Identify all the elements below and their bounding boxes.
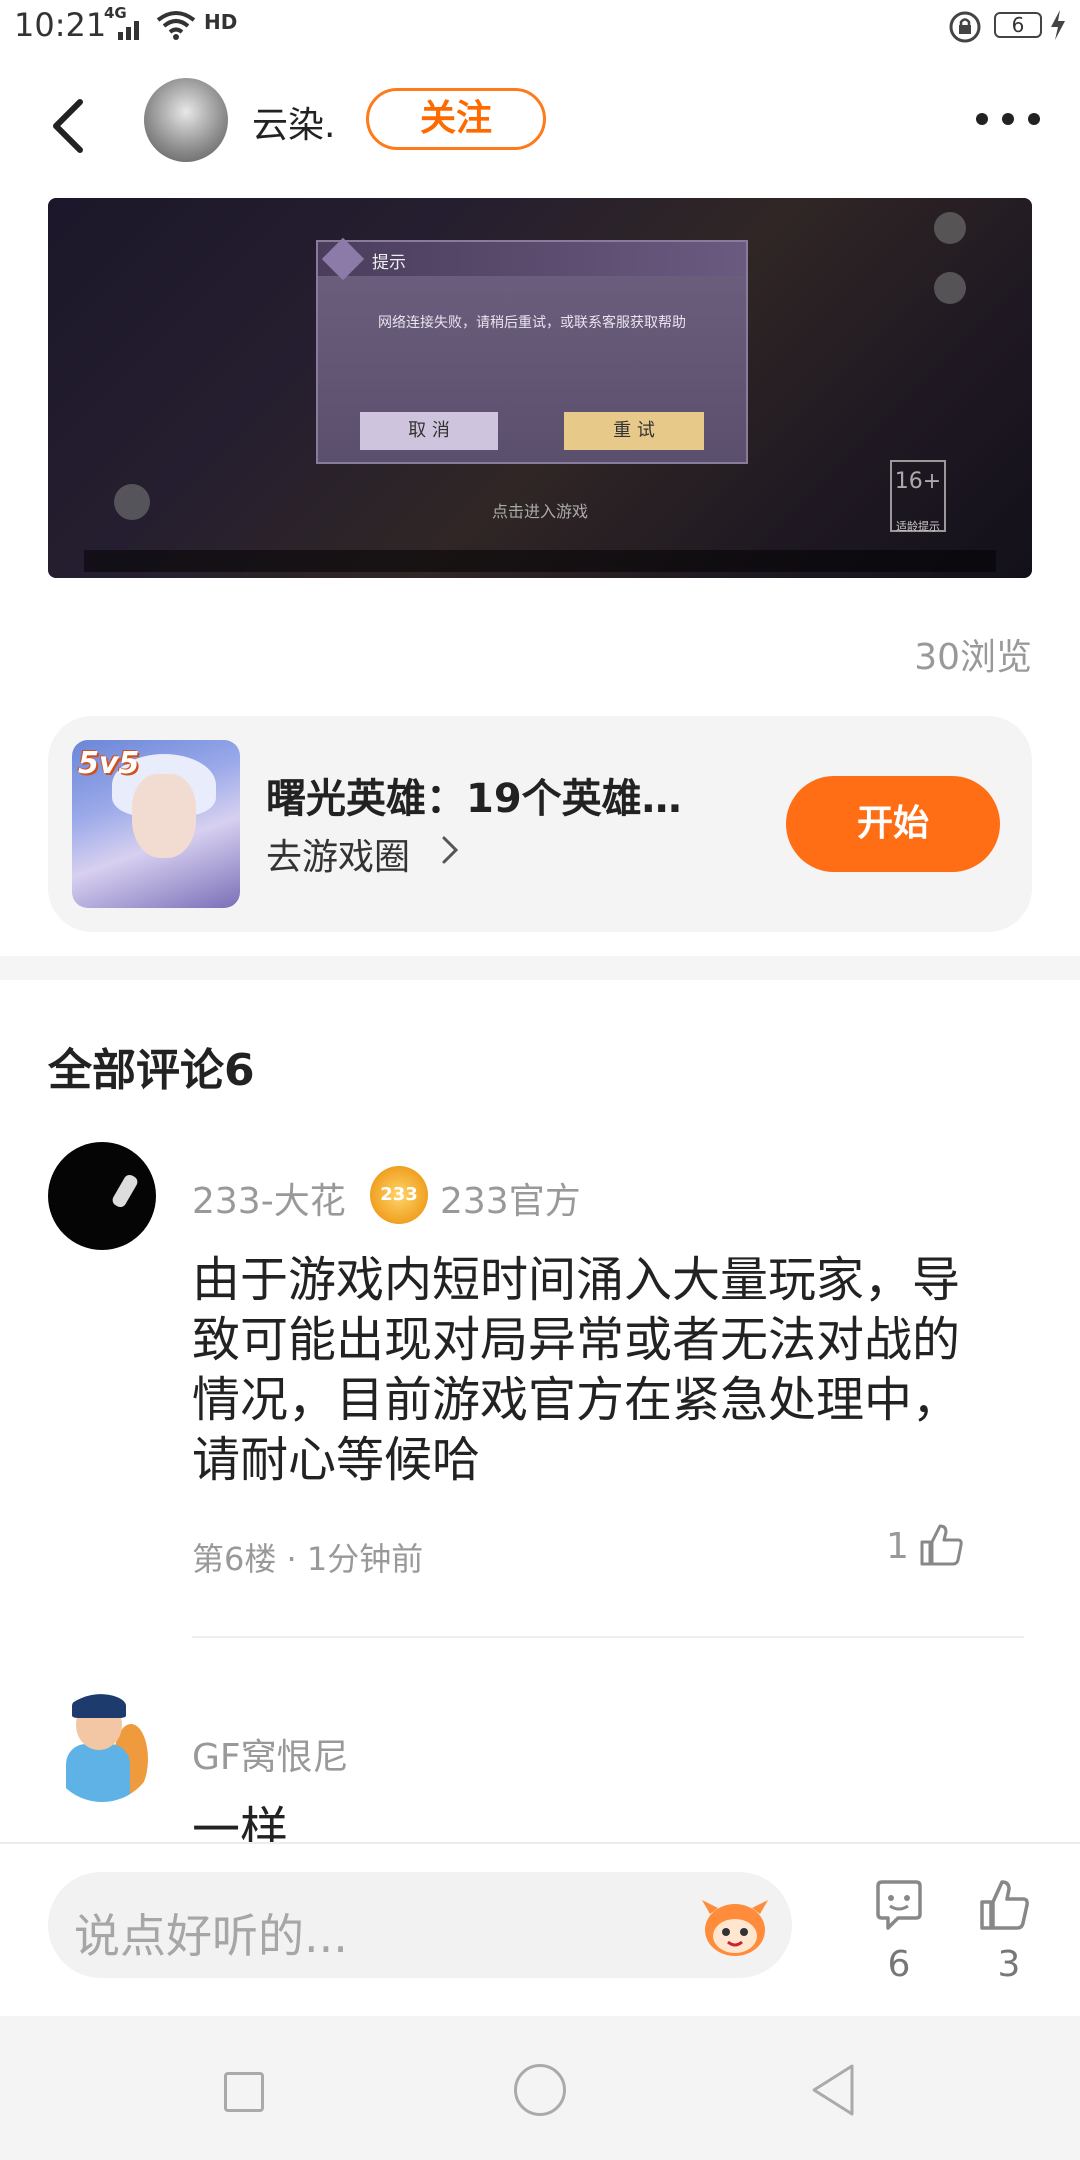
bottom-comment-bar: 说点好听的... 6 3	[0, 1842, 1080, 2016]
wifi-icon	[156, 11, 196, 40]
like-count: 3	[997, 1944, 1021, 1985]
comments-heading: 全部评论6	[48, 1045, 255, 1096]
back-button[interactable]	[44, 96, 92, 156]
comment-input[interactable]: 说点好听的...	[48, 1872, 792, 1978]
charging-icon	[1051, 10, 1065, 40]
age-tip-label: 适龄提示	[896, 520, 940, 533]
author-name[interactable]: 云染.	[252, 96, 335, 148]
comment-author-name[interactable]: GF窝恨尼	[192, 1728, 349, 1780]
system-back-button[interactable]	[808, 2062, 860, 2118]
more-icon[interactable]	[972, 104, 1044, 134]
error-dialog: 提示 网络连接失败，请稍后重试，或联系客服获取帮助 取 消 重 试	[316, 237, 748, 464]
recent-apps-button[interactable]	[224, 2072, 264, 2112]
view-count: 30浏览	[914, 637, 1032, 678]
comment-body: 一样	[192, 1802, 289, 1844]
enter-game-text: 点击进入游戏	[491, 502, 588, 521]
game-icon-5v5-badge: 5v5	[78, 746, 140, 781]
comment-meta: 第6楼 · 1分钟前	[192, 1540, 424, 1578]
hd-icon: HD	[204, 10, 238, 34]
author-avatar[interactable]	[144, 78, 228, 162]
game-title[interactable]: 曙光英雄：19个英雄…	[266, 766, 746, 824]
dialog-retry-button: 重 试	[564, 412, 704, 450]
status-bar: 10:21 4G HD 6	[0, 0, 1080, 58]
comment-icon[interactable]	[872, 1878, 926, 1932]
comment-avatar[interactable]	[48, 1142, 156, 1250]
image-footer-strip	[84, 550, 996, 572]
follow-button[interactable]: 关注	[366, 88, 546, 150]
game-icon[interactable]: 5v5	[72, 740, 240, 908]
status-time: 10:21	[14, 6, 107, 44]
emoji-icon[interactable]	[696, 1890, 774, 1960]
comment-count: 6	[887, 1944, 911, 1985]
game-circle-link[interactable]: 去游戏圈	[266, 828, 410, 880]
battery-icon: 6	[994, 12, 1042, 38]
official-badge-label: 233官方	[440, 1181, 581, 1222]
dialog-message: 网络连接失败，请稍后重试，或联系客服获取帮助	[378, 315, 686, 331]
avatar-hair	[72, 1694, 126, 1718]
announcement-icon	[934, 272, 966, 304]
home-button[interactable]	[514, 2064, 566, 2116]
signal-icon	[118, 21, 139, 40]
comment-avatar[interactable]	[48, 1694, 156, 1802]
section-divider	[0, 956, 1080, 980]
avatar-body	[66, 1744, 130, 1802]
dialog-title: 提示	[372, 253, 406, 273]
game-card[interactable]: 5v5 曙光英雄：19个英雄… 去游戏圈 开始	[48, 716, 1032, 932]
start-game-button[interactable]: 开始	[786, 776, 1000, 872]
agreement-icon	[934, 212, 966, 244]
comment-author-name[interactable]: 233-大花	[192, 1172, 346, 1224]
rotation-lock-icon	[949, 11, 981, 43]
comment-placeholder: 说点好听的...	[74, 1909, 348, 1963]
official-badge-icon: 233	[370, 1166, 428, 1224]
thumbs-up-icon[interactable]	[978, 1878, 1032, 1932]
comment-like-count: 1	[886, 1526, 909, 1567]
comment-body: 由于游戏内短时间涌入大量玩家，导致可能出现对局异常或者无法对战的情况，目前游戏官…	[192, 1252, 961, 1488]
comment-divider	[192, 1636, 1024, 1638]
dialog-cancel-button: 取 消	[360, 412, 498, 450]
post-image[interactable]: 提示 网络连接失败，请稍后重试，或联系客服获取帮助 取 消 重 试 点击进入游戏…	[48, 198, 1032, 578]
avatar-hand	[110, 1172, 140, 1210]
thumbs-up-icon[interactable]	[918, 1522, 966, 1568]
chevron-right-icon	[442, 836, 459, 864]
game-icon-face	[132, 774, 196, 858]
